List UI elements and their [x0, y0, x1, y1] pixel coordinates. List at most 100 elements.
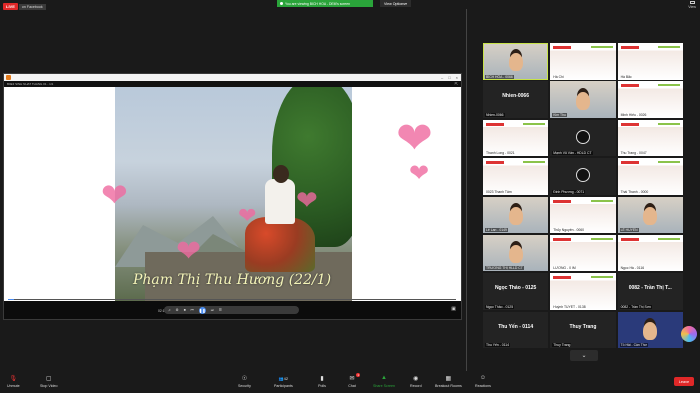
participant-tile[interactable]: 0023 Thanh Tâm [483, 158, 549, 195]
share-status-icon [280, 2, 283, 5]
playback-control-bar: ♫ ⚙ ■ ⏮ ❚❚ ⏭ ☰ [164, 306, 299, 314]
participant-name-label: Minh Hiếu - 0026 [619, 112, 648, 117]
chat-button[interactable]: ✉ 1 Chat [348, 373, 360, 388]
previous-icon[interactable]: ⏮ [191, 308, 194, 312]
participant-name-label: Huỳnh TUYẾT - 0138 [552, 304, 587, 309]
playlist-icon[interactable]: ☰ [219, 308, 222, 312]
participants-label: Participants [274, 384, 293, 388]
assistant-bubble-icon[interactable] [681, 326, 697, 342]
record-label: Record [410, 384, 422, 388]
participant-video [508, 53, 523, 72]
record-icon: ◉ [413, 375, 419, 382]
participant-logo-icon [575, 168, 590, 183]
live-stream-button[interactable]: LIVE on Facebook [3, 2, 46, 11]
reactions-button[interactable]: ☺ Reactions [475, 374, 491, 388]
chat-label: Chat [348, 384, 356, 388]
polls-button[interactable]: ▮ Polls [318, 374, 326, 389]
expand-icon: ⇱ [454, 81, 458, 86]
participant-video [508, 245, 523, 264]
participant-display-name: Thuy Trang [569, 323, 597, 330]
participant-tile[interactable]: Lê Lan - 0149 [483, 196, 549, 234]
participant-tile[interactable]: Thủy Nguyên - 0060 [550, 196, 616, 234]
participant-tile[interactable]: Thái Thanh - 0000 [617, 158, 683, 195]
participant-tile[interactable]: Minh Hiếu - 0026 [617, 81, 683, 118]
leave-button[interactable]: Leave [674, 377, 694, 386]
heart-icon: ❤ [238, 203, 257, 228]
video-seek-bar[interactable] [8, 299, 456, 300]
participant-tile[interactable]: Nhien-0066 Nhien-0066 [483, 81, 549, 118]
participant-tile[interactable]: Kim Thu [550, 81, 616, 118]
participant-tile[interactable]: Thanh Long - 0021 [483, 119, 549, 157]
participant-name-label: Đinh Phương - 0071 [552, 189, 586, 194]
seek-progress [8, 299, 14, 300]
video-controls: 02:10 ♫ ⚙ ■ ⏮ ❚❚ ⏭ ☰ ▣ [4, 301, 461, 319]
bar-chart-icon: ▮ [320, 375, 324, 382]
person-top [265, 179, 295, 224]
next-icon[interactable]: ⏭ [211, 308, 214, 312]
participant-tile[interactable]: Hà Bắc [617, 43, 683, 80]
record-button[interactable]: ◉ Record [410, 374, 422, 389]
share-screen-icon: ▲ [381, 375, 387, 381]
stop-icon[interactable]: ■ [184, 308, 186, 312]
heart-icon: ❤ [409, 160, 430, 187]
participant-tile[interactable]: Hà Chi [550, 43, 616, 80]
participants-icon: 👥 42 [278, 375, 289, 381]
live-badge: LIVE [3, 3, 18, 10]
heart-icon: ❤ [176, 235, 202, 268]
participant-tile[interactable]: Huỳnh TUYẾT - 0138 [550, 273, 616, 310]
heart-icon: ❤ [396, 114, 433, 163]
fullscreen-icon[interactable]: ▣ [451, 306, 456, 312]
pause-button[interactable]: ❚❚ [198, 306, 206, 314]
security-button[interactable]: ☉ Security [238, 374, 251, 389]
participant-video [643, 321, 658, 340]
participant-name-label: Ngọc Hà - 0116 [619, 266, 646, 271]
polls-label: Polls [318, 384, 326, 388]
stop-video-label: Stop Video [40, 384, 58, 388]
participant-tile[interactable]: BÍCH HÒA - 0066 [483, 43, 549, 80]
app-icon [6, 75, 11, 80]
unmute-button[interactable]: 🎙 Unmute [7, 374, 20, 389]
participant-tile[interactable]: TRƯƠNG THỊ HLLD CT [483, 234, 549, 272]
participant-name-label: Lê Lan - 0149 [485, 228, 508, 233]
reactions-label: Reactions [475, 384, 491, 388]
gallery-next-page-button[interactable]: ⌄ [570, 350, 598, 361]
settings-icon[interactable]: ⚙ [176, 308, 179, 312]
participant-name-label: Kim Thu [552, 112, 567, 117]
participant-tile[interactable]: LƯƠNG - 0 IM [550, 234, 616, 272]
panel-divider[interactable] [466, 9, 467, 379]
participant-display-name: Ngọc Thảo - 0125 [494, 285, 537, 292]
stop-video-button[interactable]: ▢ Stop Video [40, 374, 58, 389]
chevron-down-icon: ⌄ [581, 353, 587, 359]
participant-display-name: Thu Yến - 0114 [498, 323, 534, 330]
birthday-name-overlay: Phạm Thị Thu Hương (22/1) [133, 272, 332, 288]
chat-bubble-icon: ✉ 1 [349, 373, 360, 382]
minimize-icon: – [441, 75, 444, 80]
share-screen-button[interactable]: ▲ Share Screen [373, 374, 395, 388]
participant-tile[interactable]: Đinh Phương - 0071 [550, 158, 616, 195]
participant-tile[interactable]: Ngọc Thảo - 0125 Ngọc Thảo - 0125 [483, 273, 549, 310]
breakout-rooms-button[interactable]: ▦ Breakout Rooms [435, 374, 462, 389]
heart-icon: ❤ [296, 185, 318, 215]
view-layout-button[interactable]: View [688, 1, 696, 9]
participant-tile[interactable]: Thu Yến - 0114 Thu Yến - 0114 [483, 311, 549, 349]
participant-tile[interactable]: Thu Trang - 0047 [617, 119, 683, 157]
video-camera-icon: ▢ [45, 375, 52, 382]
participant-display-name: Nhien-0066 [502, 93, 529, 100]
shield-icon: ☉ [241, 375, 248, 382]
participant-tile[interactable]: LÊ HUYỀN [617, 196, 683, 234]
heart-icon: ❤ [101, 177, 128, 213]
volume-icon[interactable]: ♫ [168, 308, 171, 312]
participant-tile[interactable]: Mạnh Vũ Vân - HDLD CT [550, 119, 616, 157]
close-icon: × [455, 75, 458, 80]
participant-tile[interactable]: 0082 - Trần Thị T... 0082 - Trần Thị Sơn [617, 273, 683, 310]
window-controls: – □ × [441, 74, 458, 81]
video-title: B0E3 SINH NHAT THANG 01 - 1/1 [7, 82, 54, 86]
participant-tile[interactable]: Tô Hải - Cần Thơ [617, 311, 683, 349]
participant-tile[interactable]: Ngọc Hà - 0116 [617, 234, 683, 272]
participant-name-label: Thanh Long - 0021 [485, 151, 516, 156]
share-banner-text: You are viewing BICH HOA - DEM's screen [285, 1, 350, 6]
participant-tile[interactable]: Thuy Trang Thuy Trang [550, 311, 616, 349]
view-options-button[interactable]: View Options ▾ [380, 0, 411, 7]
participants-button[interactable]: 👥 42 Participants [274, 374, 293, 389]
video-frame: ❤ ❤ ❤ ❤ ❤ ❤ Phạm Thị Thu Hương (22/1) [4, 87, 461, 301]
